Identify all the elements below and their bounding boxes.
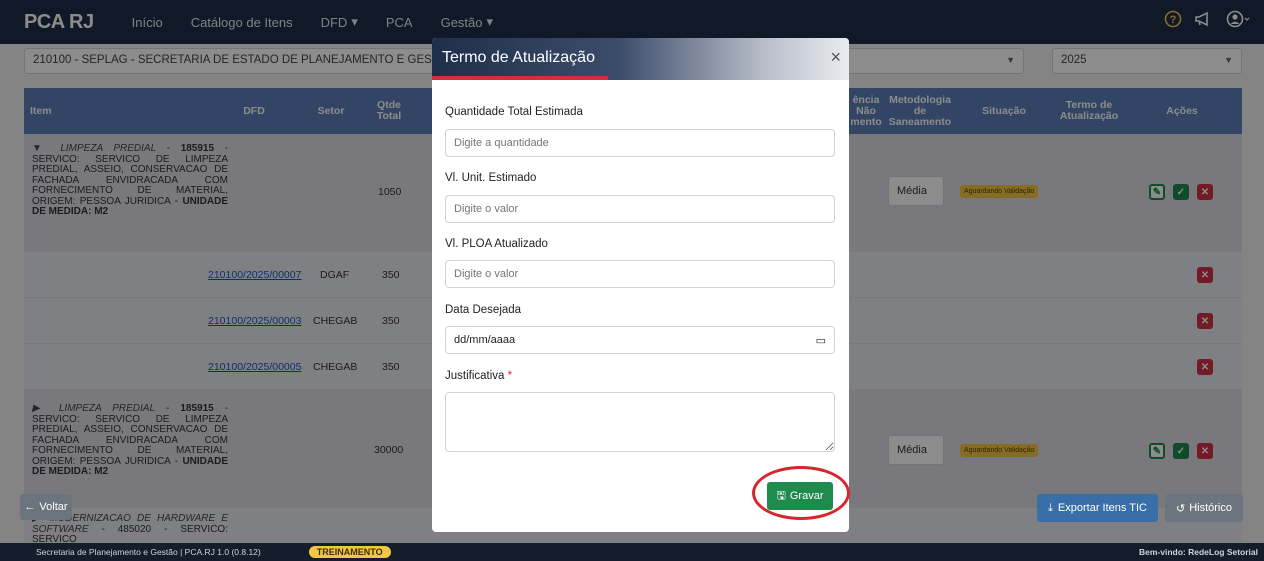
data-input[interactable]: dd/mm/aaaa ▭ (445, 326, 835, 354)
footer: Secretaria de Planejamento e Gestão | PC… (0, 543, 1264, 561)
highlight-circle (752, 466, 850, 520)
arrow-left-icon: ← (24, 501, 36, 513)
modal-title: Termo de Atualização (442, 49, 595, 66)
close-icon[interactable]: × (830, 48, 841, 66)
vl-unit-input[interactable] (445, 195, 835, 223)
back-button[interactable]: ← Voltar (20, 494, 72, 520)
download-icon: ⤓ (1048, 501, 1053, 514)
calendar-icon[interactable]: ▭ (816, 334, 826, 347)
quantidade-input[interactable] (445, 129, 835, 157)
justificativa-textarea[interactable] (445, 392, 835, 452)
termo-atualizacao-modal: Termo de Atualização × Quantidade Total … (432, 38, 849, 532)
modal-header: Termo de Atualização × (432, 38, 849, 80)
justificativa-label: Justificativa * (445, 370, 513, 382)
footer-text: Secretaria de Planejamento e Gestão | PC… (36, 547, 261, 557)
required-mark: * (507, 370, 513, 382)
vl-ploa-input[interactable] (445, 260, 835, 288)
env-badge: TREINAMENTO (308, 546, 391, 558)
title-underline (432, 76, 608, 80)
vl-unit-label: Vl. Unit. Estimado (445, 172, 537, 184)
export-tic-button[interactable]: ⤓ Exportar Itens TIC (1037, 494, 1158, 522)
welcome-text: Bem-vindo: RedeLog Setorial (1138, 547, 1258, 557)
data-label: Data Desejada (445, 304, 522, 316)
history-button[interactable]: ↺ Histórico (1165, 494, 1243, 522)
quantidade-label: Quantidade Total Estimada (445, 106, 583, 118)
history-icon: ↺ (1175, 502, 1186, 515)
vl-ploa-label: Vl. PLOA Atualizado (445, 238, 548, 250)
